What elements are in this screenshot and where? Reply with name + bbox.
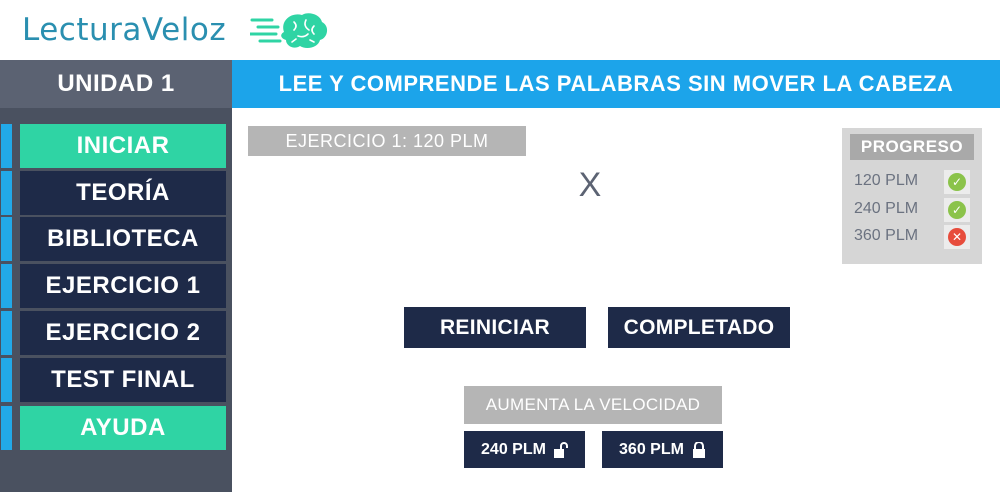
nav-item-teoria[interactable]: TEORÍA [20,171,226,215]
progress-title: PROGRESO [850,134,974,160]
nav-marker [1,358,12,402]
progress-panel: PROGRESO 120 PLM ✓ 240 PLM ✓ 360 PLM ✕ [842,128,982,264]
speed-240-button[interactable]: 240 PLM [464,431,585,468]
locked-icon [692,441,705,458]
progress-status: ✕ [944,225,970,249]
nav-item-test-final[interactable]: TEST FINAL [20,358,226,402]
unlocked-icon [553,441,568,458]
nav-item-ejercicio-1[interactable]: EJERCICIO 1 [20,264,226,308]
nav-marker [1,406,12,450]
nav-item-biblioteca[interactable]: BIBLIOTECA [20,217,226,261]
check-icon: ✓ [948,173,966,191]
cross-icon: ✕ [948,228,966,246]
completed-button[interactable]: COMPLETADO [608,307,790,348]
nav-marker [1,124,12,168]
nav-marker [1,264,12,308]
speed-option-label: 240 PLM [481,440,546,458]
progress-row-label: 240 PLM [854,200,919,217]
sidebar: UNIDAD 1 INICIAR TEORÍA BIBLIOTECA EJERC… [0,60,232,492]
speed-360-button[interactable]: 360 PLM [602,431,723,468]
progress-row-label: 120 PLM [854,172,919,189]
nav-marker [1,217,12,261]
progress-status: ✓ [944,170,970,194]
nav-item-ayuda[interactable]: AYUDA [20,406,226,450]
progress-row-label: 360 PLM [854,227,919,244]
header: LecturaVeloz [0,0,1000,60]
check-icon: ✓ [948,201,966,219]
nav-item-ejercicio-2[interactable]: EJERCICIO 2 [20,311,226,355]
nav-marker [1,171,12,215]
unit-title: UNIDAD 1 [0,60,232,108]
restart-button[interactable]: REINICIAR [404,307,586,348]
current-word: X [578,165,602,204]
progress-row: 240 PLM ✓ [842,198,982,222]
instruction-banner: LEE Y COMPRENDE LAS PALABRAS SIN MOVER L… [232,60,1000,108]
nav-marker [1,311,12,355]
nav-item-iniciar[interactable]: INICIAR [20,124,226,168]
exercise-label: EJERCICIO 1: 120 PLM [248,126,526,156]
speed-option-label: 360 PLM [619,440,684,458]
speed-label: AUMENTA LA VELOCIDAD [464,386,722,424]
logo-text: LecturaVeloz [22,12,227,48]
progress-status: ✓ [944,198,970,222]
progress-row: 360 PLM ✕ [842,225,982,249]
brain-speed-icon [250,13,328,48]
progress-row: 120 PLM ✓ [842,170,982,194]
